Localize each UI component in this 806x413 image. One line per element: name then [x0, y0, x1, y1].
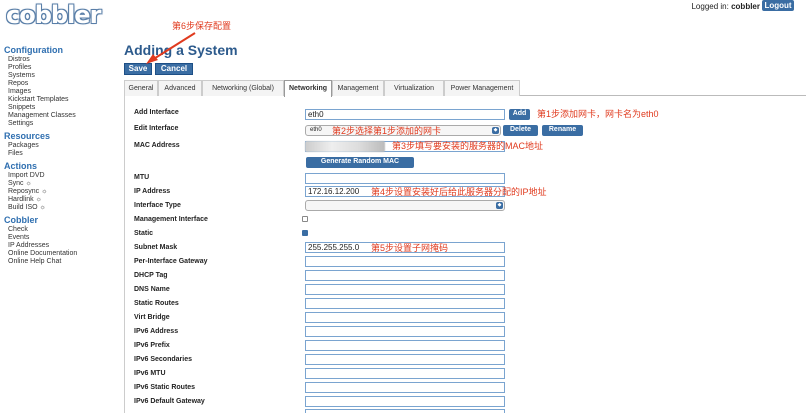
sidebar-section-title: Actions [4, 161, 38, 171]
ipv6-default-gateway-label: IPv6 Default Gateway [134, 398, 205, 405]
tab-virtualization[interactable]: Virtualization [384, 80, 444, 96]
sidebar-link[interactable]: Settings [4, 120, 114, 128]
dhcp-tag-input[interactable] [305, 270, 505, 281]
login-status: Logged in: cobbler [691, 2, 760, 11]
tab-power-management[interactable]: Power Management [444, 80, 520, 96]
static-label: Static [134, 230, 154, 237]
sidebar-link[interactable]: Import DVD [4, 172, 114, 180]
add-interface-input[interactable]: eth0 [305, 109, 505, 120]
add-interface-button[interactable]: Add [509, 109, 530, 120]
top-bar: cobbler Logged in: cobbler Logout [0, 0, 806, 30]
sidebar-section-title: Configuration [4, 45, 63, 55]
management-interface-label: Management Interface [134, 216, 208, 223]
sidebar-link[interactable]: Images [4, 88, 114, 96]
add-interface-label: Add Interface [134, 109, 179, 116]
mtu-label: MTU [134, 174, 150, 181]
edit-interface-label: Edit Interface [134, 125, 179, 132]
sidebar-link[interactable]: Build ISO ☼ [4, 204, 114, 212]
tab-networking[interactable]: Networking [284, 80, 332, 97]
sidebar-link[interactable]: Management Classes [4, 112, 114, 120]
dns-name-input[interactable] [305, 284, 505, 295]
login-prefix: Logged in: [691, 2, 729, 11]
virt-bridge-input[interactable] [305, 312, 505, 323]
ipv6-mtu-label: IPv6 MTU [134, 370, 166, 377]
ipv6-static-routes-input[interactable] [305, 382, 505, 393]
redacted-mac-value [305, 141, 385, 152]
sidebar-link[interactable]: Online Help Chat [4, 258, 114, 266]
rename-interface-button[interactable]: Rename [542, 125, 583, 136]
sidebar-link[interactable]: Hardlink ☼ [4, 196, 114, 204]
annotation-arrow-icon [146, 32, 196, 64]
annotation-step4: 第4步设置安装好后给此服务器分配的IP地址 [371, 187, 547, 197]
subnet-mask-label: Subnet Mask [134, 244, 178, 251]
sidebar-link[interactable]: Online Documentation [4, 250, 114, 258]
delete-interface-button[interactable]: Delete [503, 125, 538, 136]
tab-general[interactable]: General [124, 80, 158, 96]
interface-type-label: Interface Type [134, 202, 181, 209]
sidebar-link[interactable]: Events [4, 234, 114, 242]
ipv6-default-gateway-input[interactable] [305, 396, 505, 407]
management-interface-checkbox[interactable] [302, 216, 308, 222]
chevron-down-icon: ◆ [496, 202, 503, 209]
dns-name-label: DNS Name [134, 286, 170, 293]
login-user: cobbler [731, 2, 760, 11]
annotation-step6: 第6步保存配置 [172, 21, 232, 31]
sidebar-link[interactable]: Kickstart Templates [4, 96, 114, 104]
tab-networking-global[interactable]: Networking (Global) [202, 80, 284, 96]
logout-button[interactable]: Logout [762, 0, 794, 11]
sidebar-section-title: Resources [4, 131, 51, 141]
cobbler-logo[interactable]: cobbler [6, 1, 101, 29]
tab-management[interactable]: Management [332, 80, 384, 96]
mac-address-label: MAC Address [134, 142, 180, 149]
sidebar-link[interactable]: Check [4, 226, 114, 234]
ipv6-address-label: IPv6 Address [134, 328, 179, 335]
ipv6-secondaries-input[interactable] [305, 354, 505, 365]
ipv6-prefix-input[interactable] [305, 340, 505, 351]
virt-bridge-label: Virt Bridge [134, 314, 170, 321]
annotation-step2: 第2步选择第1步添加的网卡 [332, 126, 442, 136]
ipv6-static-routes-label: IPv6 Static Routes [134, 384, 196, 391]
sidebar: Configuration Distros Profiles Systems Repos… [4, 42, 114, 266]
annotation-step5: 第5步设置子网掩码 [371, 243, 449, 253]
sidebar-link[interactable]: Snippets [4, 104, 114, 112]
ipv6-secondaries-label: IPv6 Secondaries [134, 356, 192, 363]
ipv6-mtu-input[interactable] [305, 368, 505, 379]
edit-interface-value: eth0 [310, 127, 322, 133]
static-routes-label: Static Routes [134, 300, 179, 307]
ip-address-label: IP Address [134, 188, 171, 195]
ipv6-address-input[interactable] [305, 326, 505, 337]
sidebar-link[interactable]: IP Addresses [4, 242, 114, 250]
interface-type-select[interactable]: ◆ [305, 200, 505, 211]
mtu-input[interactable] [305, 173, 505, 184]
chevron-down-icon: ◆ [492, 127, 499, 134]
sidebar-link[interactable]: Profiles [4, 64, 114, 72]
static-routes-input[interactable] [305, 298, 505, 309]
static-checkbox[interactable] [302, 230, 308, 236]
generate-mac-button[interactable]: Generate Random MAC [306, 157, 414, 168]
sidebar-link[interactable]: Distros [4, 56, 114, 64]
next-row-input[interactable] [305, 409, 505, 413]
sidebar-link[interactable]: Sync ☼ [4, 180, 114, 188]
sidebar-link[interactable]: Packages [4, 142, 114, 150]
sidebar-link[interactable]: Reposync ☼ [4, 188, 114, 196]
per-interface-gateway-label: Per-Interface Gateway [134, 258, 208, 265]
sidebar-link[interactable]: Systems [4, 72, 114, 80]
ipv6-prefix-label: IPv6 Prefix [134, 342, 170, 349]
tab-bar: General Advanced Networking (Global) Net… [124, 80, 806, 97]
sidebar-link[interactable]: Repos [4, 80, 114, 88]
sidebar-section-title: Cobbler [4, 215, 39, 225]
dhcp-tag-label: DHCP Tag [134, 272, 168, 279]
sidebar-link[interactable]: Files [4, 150, 114, 158]
annotation-step3: 第3步填写要安装的服务器的MAC地址 [392, 141, 544, 151]
per-interface-gateway-input[interactable] [305, 256, 505, 267]
annotation-step1: 第1步添加网卡，网卡名为eth0 [537, 109, 659, 119]
tab-advanced[interactable]: Advanced [158, 80, 202, 96]
